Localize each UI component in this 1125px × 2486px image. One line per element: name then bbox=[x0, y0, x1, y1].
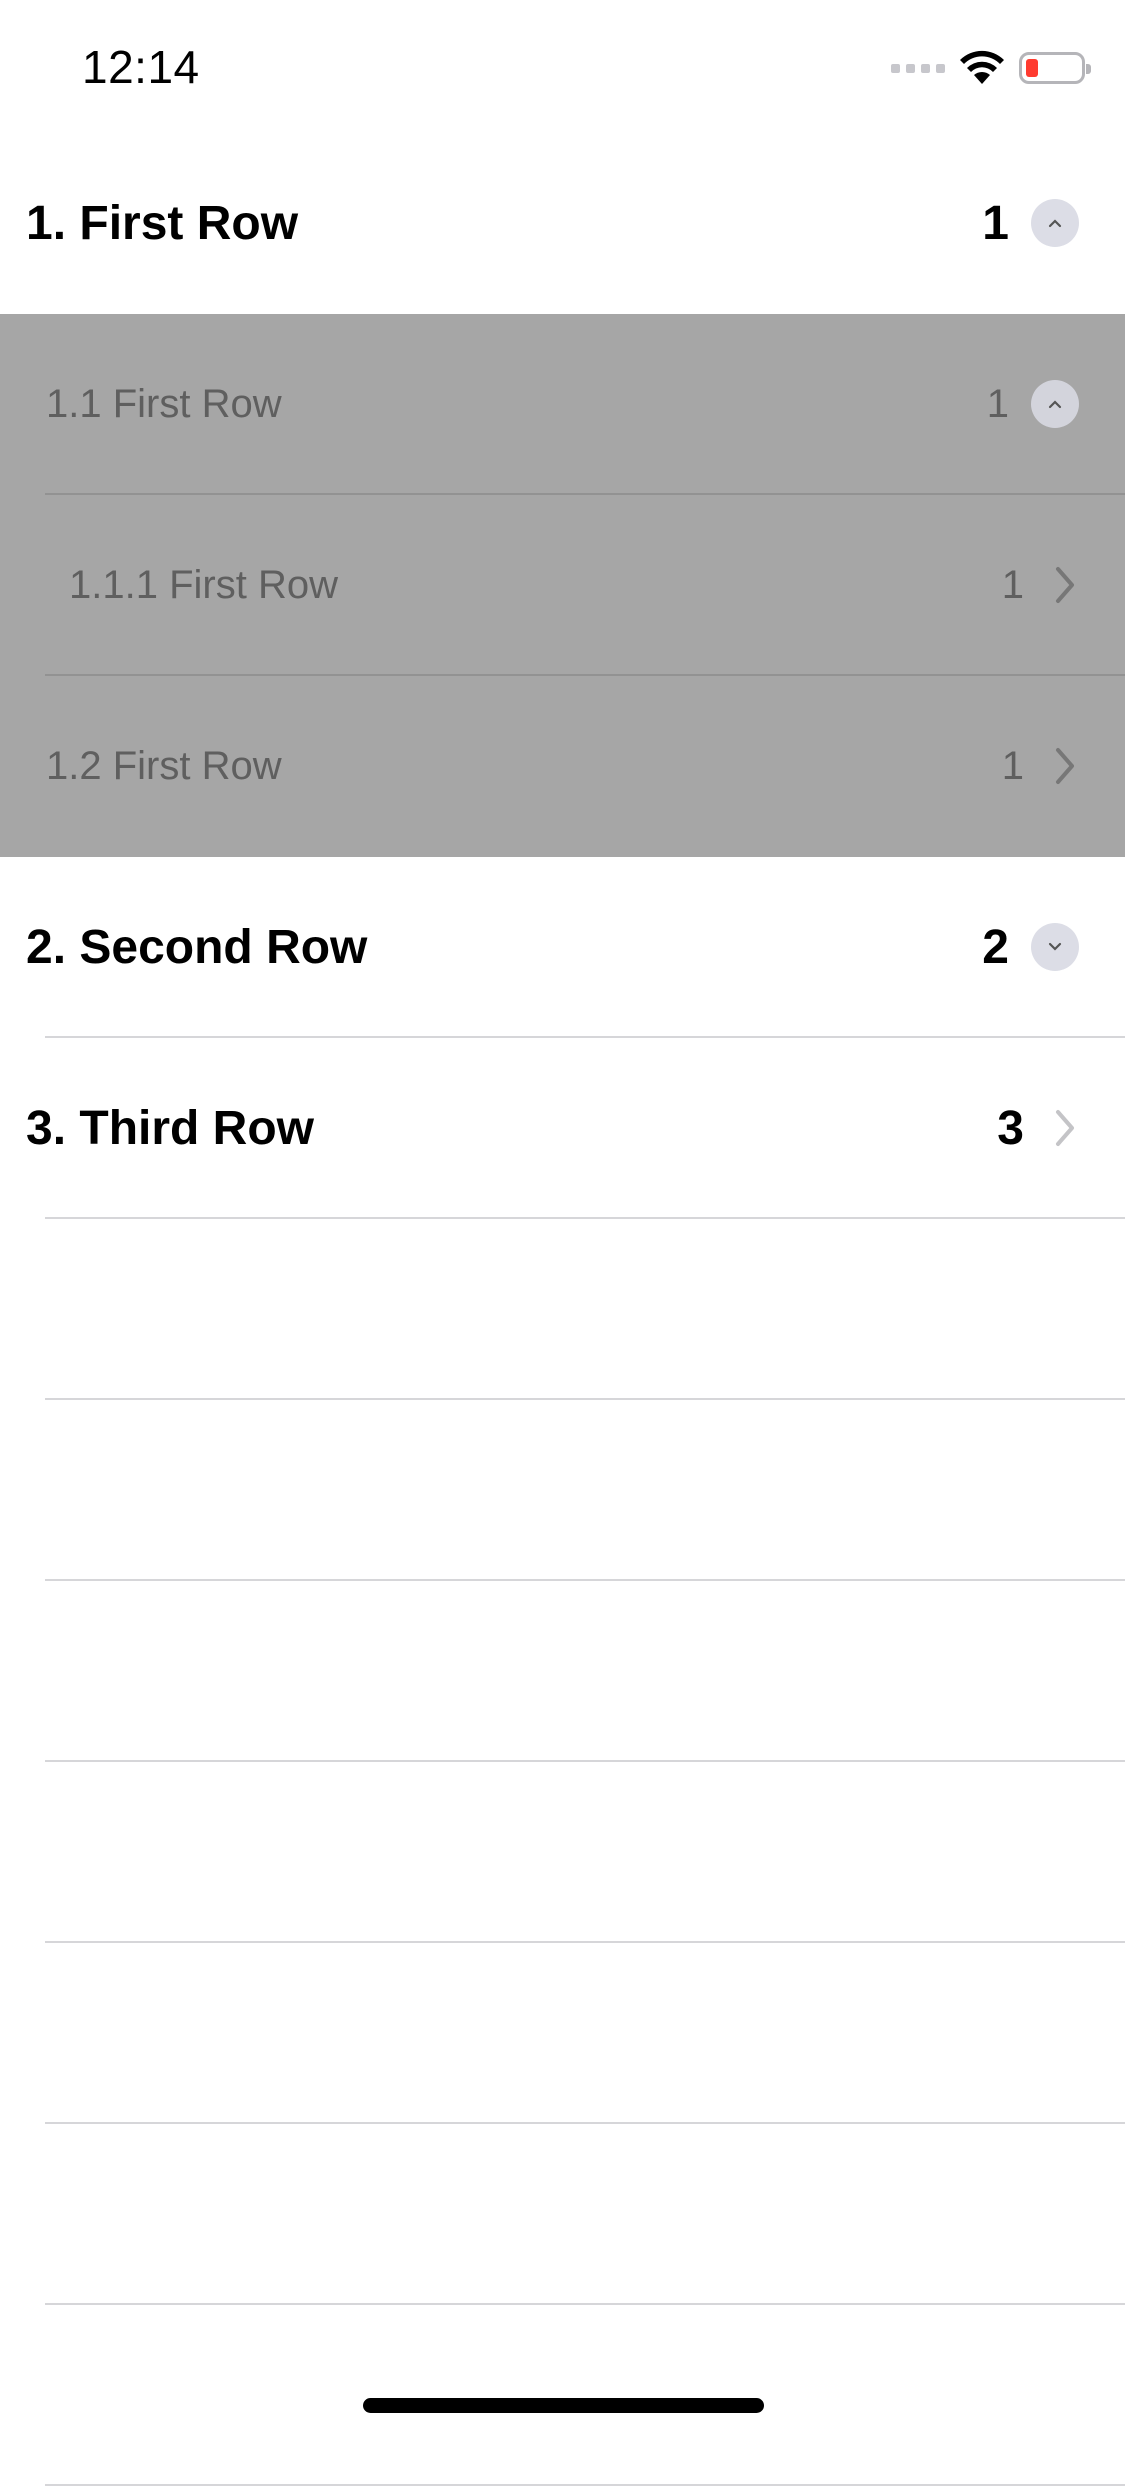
chevron-right-icon bbox=[1056, 1110, 1074, 1146]
home-indicator[interactable] bbox=[363, 2398, 764, 2413]
empty-row bbox=[0, 1943, 1125, 2124]
list-row-3[interactable]: 3. Third Row 3 bbox=[0, 1038, 1125, 1219]
empty-row bbox=[0, 2305, 1125, 2486]
row-count: 2 bbox=[982, 921, 1009, 974]
row-title: 1.1.1 First Row bbox=[69, 563, 338, 607]
expand-circle-icon[interactable] bbox=[1031, 923, 1079, 971]
empty-row bbox=[0, 1400, 1125, 1581]
list-row-2[interactable]: 2. Second Row 2 bbox=[0, 857, 1125, 1038]
row-count: 1 bbox=[1001, 563, 1024, 607]
empty-row bbox=[0, 2124, 1125, 2305]
list-row-1-1[interactable]: 1.1 First Row 1 bbox=[0, 314, 1125, 495]
row-count: 1 bbox=[982, 197, 1009, 250]
row-title: 1. First Row bbox=[26, 197, 299, 250]
row-title: 1.2 First Row bbox=[46, 744, 282, 788]
list-row-1-2[interactable]: 1.2 First Row 1 bbox=[0, 676, 1125, 857]
row-count: 1 bbox=[986, 382, 1009, 426]
signal-dots-icon bbox=[891, 63, 945, 73]
row-title: 1.1 First Row bbox=[46, 382, 282, 426]
chevron-right-icon bbox=[1056, 567, 1074, 603]
status-icons bbox=[891, 48, 1091, 88]
wifi-icon bbox=[960, 50, 1004, 84]
list-row-1[interactable]: 1. First Row 1 bbox=[0, 133, 1125, 314]
collapse-circle-icon[interactable] bbox=[1031, 380, 1079, 428]
row-count: 1 bbox=[1001, 744, 1024, 788]
empty-row bbox=[0, 1219, 1125, 1400]
battery-low-icon bbox=[1019, 52, 1091, 84]
row-title: 2. Second Row bbox=[26, 921, 368, 974]
status-bar: 12:14 bbox=[0, 0, 1125, 130]
chevron-right-icon bbox=[1056, 748, 1074, 784]
list-row-1-1-1[interactable]: 1.1.1 First Row 1 bbox=[0, 495, 1125, 676]
collapse-circle-icon[interactable] bbox=[1031, 199, 1079, 247]
status-time: 12:14 bbox=[82, 41, 200, 93]
empty-row bbox=[0, 1581, 1125, 1762]
row-count: 3 bbox=[997, 1102, 1024, 1155]
row-title: 3. Third Row bbox=[26, 1102, 314, 1155]
empty-row bbox=[0, 1762, 1125, 1943]
